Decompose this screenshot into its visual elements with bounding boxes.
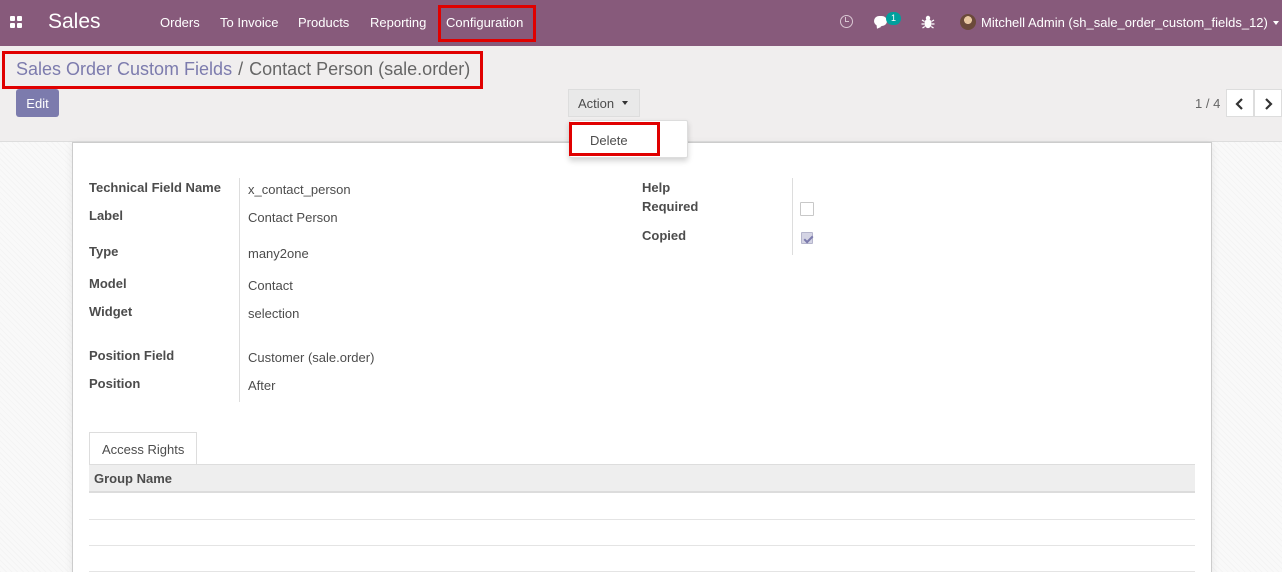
app-title[interactable]: Sales xyxy=(48,10,101,34)
bug-icon[interactable] xyxy=(921,14,935,30)
breadcrumb-highlight-box xyxy=(2,51,483,89)
field-label-type: Type xyxy=(89,244,119,259)
field-value-position-field[interactable]: Customer (sale.order) xyxy=(248,350,374,365)
chevron-right-icon xyxy=(1265,98,1273,110)
menu-orders[interactable]: Orders xyxy=(160,15,200,30)
field-value-model[interactable]: Contact xyxy=(248,278,293,293)
required-checkbox[interactable] xyxy=(800,202,814,216)
top-navbar: Sales Orders To Invoice Products Reporti… xyxy=(0,0,1282,46)
column-header-group-name[interactable]: Group Name xyxy=(94,471,172,486)
caret-down-icon xyxy=(622,101,628,105)
tab-access-rights[interactable]: Access Rights xyxy=(89,432,197,465)
pager-next-button[interactable] xyxy=(1254,89,1282,117)
field-label-technical-name: Technical Field Name xyxy=(89,180,221,195)
action-dropdown-button[interactable]: Action xyxy=(568,89,640,117)
table-row xyxy=(89,545,1195,546)
chevron-left-icon xyxy=(1235,98,1243,110)
field-value-type: many2one xyxy=(248,246,309,261)
field-label-widget: Widget xyxy=(89,304,133,319)
field-value-technical-name: x_contact_person xyxy=(248,182,351,197)
table-row xyxy=(89,519,1195,520)
field-value-label: Contact Person xyxy=(248,210,338,225)
pager-previous-button[interactable] xyxy=(1226,89,1254,117)
pager-value[interactable]: 1 / 4 xyxy=(1195,96,1220,111)
menu-reporting[interactable]: Reporting xyxy=(370,15,426,30)
configuration-highlight-box xyxy=(438,5,536,42)
edit-button[interactable]: Edit xyxy=(16,89,59,117)
field-value-position: After xyxy=(248,378,276,393)
menu-to-invoice[interactable]: To Invoice xyxy=(220,15,279,30)
menu-products[interactable]: Products xyxy=(298,15,349,30)
field-label-label: Label xyxy=(89,208,123,223)
user-menu-caret-icon[interactable] xyxy=(1273,21,1279,25)
clock-icon[interactable] xyxy=(840,15,853,28)
field-label-copied: Copied xyxy=(642,228,687,243)
apps-menu-icon[interactable] xyxy=(10,16,23,29)
field-value-widget: selection xyxy=(248,306,300,321)
field-label-model: Model xyxy=(89,276,127,291)
chat-badge: 1 xyxy=(886,12,901,25)
field-label-required: Required xyxy=(642,199,699,214)
user-menu[interactable]: Mitchell Admin (sh_sale_order_custom_fie… xyxy=(981,15,1268,30)
copied-checkbox[interactable] xyxy=(801,232,813,244)
field-label-position-field: Position Field xyxy=(89,348,175,363)
field-label-help: Help xyxy=(642,180,671,195)
avatar[interactable] xyxy=(960,14,976,30)
table-header: Group Name xyxy=(89,465,1195,493)
left-group-divider xyxy=(239,178,240,402)
delete-highlight-box xyxy=(569,122,660,156)
field-label-position: Position xyxy=(89,376,141,391)
action-button-label: Action xyxy=(578,95,615,111)
right-group-divider xyxy=(792,178,793,255)
